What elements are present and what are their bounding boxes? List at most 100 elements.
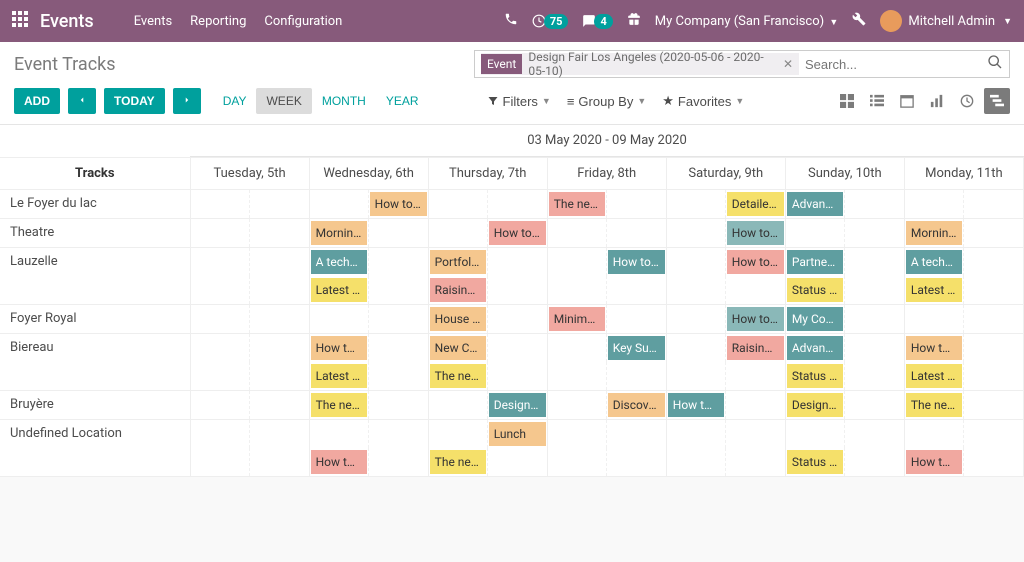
event-pill[interactable]: Lunch xyxy=(489,422,546,446)
gantt-cell[interactable] xyxy=(428,190,547,219)
event-pill[interactable]: Status & … xyxy=(787,364,843,388)
gantt-cell[interactable]: My Comp… xyxy=(785,305,904,334)
event-pill[interactable]: House of … xyxy=(430,307,486,331)
period-month[interactable]: MONTH xyxy=(312,88,376,114)
gantt-cell[interactable] xyxy=(309,305,428,334)
event-pill[interactable]: Key Succ… xyxy=(608,336,665,360)
event-pill[interactable]: The new … xyxy=(549,192,605,216)
debug-icon[interactable] xyxy=(852,12,866,30)
company-selector[interactable]: My Company (San Francisco) ▼ xyxy=(655,14,839,29)
gantt-cell[interactable]: A technic…Latest tre… xyxy=(904,248,1023,305)
gantt-cell[interactable] xyxy=(904,305,1023,334)
gantt-cell[interactable]: How to b… Latest tre… xyxy=(309,334,428,391)
gantt-cell[interactable] xyxy=(190,219,309,248)
period-year[interactable]: YEAR xyxy=(376,88,429,114)
event-pill[interactable]: Detailed r… xyxy=(727,192,784,216)
gantt-cell[interactable]: How to c… xyxy=(547,248,666,305)
gantt-cell[interactable]: Discover … xyxy=(547,391,666,420)
event-pill[interactable]: A technic… xyxy=(311,250,367,274)
event-pill[interactable]: The new … xyxy=(906,393,962,417)
chat-icon[interactable]: 4 xyxy=(582,14,612,29)
event-pill[interactable]: Advanced… xyxy=(787,192,843,216)
prev-button[interactable] xyxy=(68,88,96,114)
event-pill[interactable]: Partnersh… xyxy=(787,250,843,274)
gantt-cell[interactable]: New Certi… The new … xyxy=(428,334,547,391)
event-pill[interactable]: How to in… xyxy=(370,192,427,216)
gantt-cell[interactable] xyxy=(190,334,309,391)
activity-icon[interactable]: 75 xyxy=(532,14,569,29)
event-pill[interactable]: How to d… xyxy=(489,221,546,245)
event-pill[interactable]: Status & … xyxy=(787,450,843,474)
event-pill[interactable]: How to d… xyxy=(906,450,962,474)
gantt-cell[interactable]: House of … xyxy=(428,305,547,334)
gantt-cell[interactable]: The new … xyxy=(547,190,666,219)
gift-icon[interactable] xyxy=(627,12,641,30)
add-button[interactable]: ADD xyxy=(14,88,60,114)
event-pill[interactable]: How to fo… xyxy=(727,250,784,274)
apps-icon[interactable] xyxy=(12,11,28,32)
event-pill[interactable]: The new … xyxy=(430,450,486,474)
facet-remove-icon[interactable]: ✕ xyxy=(777,57,799,71)
gantt-cell[interactable]: How to fo… xyxy=(666,248,785,305)
event-pill[interactable]: How to o… xyxy=(727,307,784,331)
event-pill[interactable]: Morning … xyxy=(906,221,962,245)
period-week[interactable]: WEEK xyxy=(256,88,311,114)
filters-button[interactable]: Filters ▼ xyxy=(487,93,551,109)
groupby-button[interactable]: ≡ Group By ▼ xyxy=(567,93,646,109)
event-pill[interactable]: My Comp… xyxy=(787,307,843,331)
event-pill[interactable]: A technic… xyxy=(906,250,962,274)
nav-configuration[interactable]: Configuration xyxy=(264,14,342,29)
event-pill[interactable]: Advanced… xyxy=(787,336,843,360)
view-gantt[interactable] xyxy=(984,88,1010,114)
gantt-cell[interactable]: Design co… xyxy=(785,391,904,420)
event-pill[interactable]: The new … xyxy=(430,364,486,388)
view-calendar[interactable] xyxy=(894,88,920,114)
gantt-cell[interactable] xyxy=(190,305,309,334)
event-pill[interactable]: Raising q… xyxy=(430,278,486,302)
nav-reporting[interactable]: Reporting xyxy=(190,14,246,29)
gantt-cell[interactable]: How to o… xyxy=(666,305,785,334)
gantt-cell[interactable]: How to b…Latest tre… xyxy=(904,334,1023,391)
event-pill[interactable]: How to d… xyxy=(311,450,367,474)
gantt-cell[interactable]: Partnersh… Status & … xyxy=(785,248,904,305)
period-day[interactable]: DAY xyxy=(213,88,257,114)
search-icon[interactable] xyxy=(987,54,1003,74)
event-pill[interactable]: Design co… xyxy=(787,393,843,417)
event-pill[interactable]: Latest tre… xyxy=(311,364,367,388)
event-pill[interactable]: Status & … xyxy=(787,278,843,302)
gantt-cell[interactable]: Detailed r… xyxy=(666,190,785,219)
event-pill[interactable]: How to c… xyxy=(608,250,665,274)
today-button[interactable]: TODAY xyxy=(104,88,165,114)
gantt-cell[interactable]: Morning … xyxy=(309,219,428,248)
event-pill[interactable]: New Certi… xyxy=(430,336,486,360)
nav-events[interactable]: Events xyxy=(134,14,172,29)
gantt-cell[interactable]: Minimal b… xyxy=(547,305,666,334)
gantt-cell[interactable] xyxy=(190,190,309,219)
gantt-cell[interactable]: A technic…Latest tre… xyxy=(309,248,428,305)
view-kanban[interactable] xyxy=(834,88,860,114)
gantt-cell[interactable]: Status & … xyxy=(785,420,904,477)
gantt-cell[interactable]: The new … xyxy=(904,391,1023,420)
gantt-cell[interactable] xyxy=(547,219,666,248)
event-pill[interactable]: Portfolio … xyxy=(430,250,486,274)
gantt-cell[interactable]: Advanced… Status & … xyxy=(785,334,904,391)
favorites-button[interactable]: ★ Favorites ▼ xyxy=(662,93,744,109)
gantt-cell[interactable]: How to d… xyxy=(904,420,1023,477)
gantt-cell[interactable]: The new … xyxy=(309,391,428,420)
event-pill[interactable]: How to d… xyxy=(727,221,784,245)
event-pill[interactable]: How to b… xyxy=(311,336,367,360)
event-pill[interactable]: Latest tre… xyxy=(906,364,962,388)
gantt-cell[interactable]: How to d… xyxy=(666,219,785,248)
search-input[interactable] xyxy=(799,57,987,72)
event-pill[interactable]: Raising q… xyxy=(727,336,784,360)
gantt-cell[interactable] xyxy=(904,190,1023,219)
brand-title[interactable]: Events xyxy=(40,11,94,32)
view-list[interactable] xyxy=(864,88,890,114)
phone-icon[interactable] xyxy=(504,12,518,30)
gantt-cell[interactable] xyxy=(190,391,309,420)
gantt-cell[interactable]: Morning … xyxy=(904,219,1023,248)
event-pill[interactable]: Morning … xyxy=(311,221,367,245)
gantt-cell[interactable]: LunchThe new … xyxy=(428,420,547,477)
gantt-cell[interactable] xyxy=(666,420,785,477)
gantt-cell[interactable]: Design co… xyxy=(428,391,547,420)
